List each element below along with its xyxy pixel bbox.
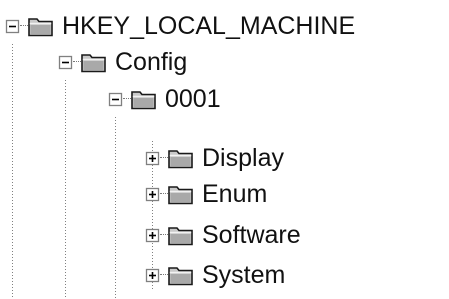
folder-icon: [131, 91, 156, 110]
tree-node-hkey-local-machine[interactable]: HKEY_LOCAL_MACHINE: [5, 8, 355, 44]
tree-connector: [20, 25, 28, 28]
expand-icon[interactable]: [145, 268, 160, 283]
tree-node-enum[interactable]: Enum: [145, 176, 267, 212]
tree-node-label: Enum: [202, 180, 268, 208]
folder-icon: [168, 150, 193, 169]
tree-connector: [123, 98, 131, 101]
tree-connector: [160, 234, 168, 237]
tree-node-config[interactable]: Config: [58, 44, 187, 80]
collapse-icon[interactable]: [58, 55, 73, 70]
tree-node-display[interactable]: Display: [145, 140, 284, 176]
tree-connector: [160, 274, 168, 277]
collapse-icon[interactable]: [5, 19, 20, 34]
registry-tree: HKEY_LOCAL_MACHINE Config 0001 Display E…: [0, 0, 449, 299]
tree-node-label: 0001: [165, 85, 221, 113]
expand-icon[interactable]: [145, 228, 160, 243]
tree-node-label: Display: [202, 144, 284, 172]
tree-connector: [73, 61, 81, 64]
tree-node-software[interactable]: Software: [145, 217, 301, 253]
tree-connector: [160, 193, 168, 196]
tree-connector: [160, 157, 168, 160]
tree-node-label: Config: [115, 48, 188, 76]
tree-node-label: HKEY_LOCAL_MACHINE: [62, 12, 356, 40]
folder-icon: [28, 18, 53, 37]
folder-icon: [168, 267, 193, 286]
tree-node-label: System: [202, 261, 286, 289]
folder-icon: [168, 186, 193, 205]
collapse-icon[interactable]: [108, 92, 123, 107]
expand-icon[interactable]: [145, 151, 160, 166]
folder-icon: [81, 54, 106, 73]
tree-node-0001[interactable]: 0001: [108, 81, 221, 117]
expand-icon[interactable]: [145, 187, 160, 202]
folder-icon: [168, 227, 193, 246]
tree-node-system[interactable]: System: [145, 257, 285, 293]
tree-node-label: Software: [202, 221, 301, 249]
